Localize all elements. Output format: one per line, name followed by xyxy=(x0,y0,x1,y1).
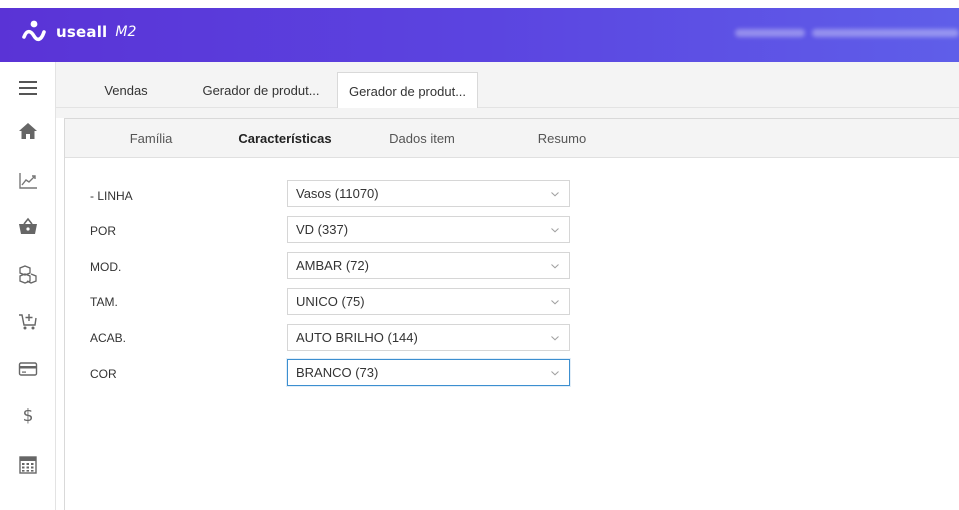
basket-icon[interactable] xyxy=(16,214,40,238)
chevron-down-icon xyxy=(551,264,559,269)
svg-text:$: $ xyxy=(23,406,34,425)
tab-vendas[interactable]: Vendas xyxy=(90,72,162,108)
tab-gerador-de-produto-2[interactable]: Gerador de produt... xyxy=(337,72,478,109)
content-gutter xyxy=(56,108,959,118)
linha-select[interactable]: Vasos (11070) xyxy=(287,180,570,207)
field-label-por: POR xyxy=(90,224,117,238)
useall-logo-icon xyxy=(22,20,46,42)
cor-select-value: BRANCO (73) xyxy=(296,365,379,380)
step-resumo[interactable]: Resumo xyxy=(527,119,597,158)
brand-logo[interactable]: useall M2 xyxy=(22,19,136,45)
open-tabs-bar: Vendas Gerador de produt... Gerador de p… xyxy=(56,62,959,109)
app-header: useall M2 xyxy=(0,0,959,62)
dollar-icon[interactable]: $ xyxy=(16,403,40,427)
chevron-down-icon xyxy=(551,336,559,341)
cart-add-icon[interactable] xyxy=(16,309,40,333)
blurred-company-info xyxy=(812,29,959,37)
linha-select-value: Vasos (11070) xyxy=(296,186,379,201)
credit-card-icon[interactable] xyxy=(16,357,40,381)
blurred-user-info xyxy=(735,29,805,37)
field-label-tam: TAM. xyxy=(90,295,118,309)
chevron-down-icon xyxy=(551,228,559,233)
boxes-icon[interactable] xyxy=(16,262,40,286)
tam-select[interactable]: UNICO (75) xyxy=(287,288,570,315)
product-name: M2 xyxy=(115,24,137,40)
field-label-mod: MOD. xyxy=(90,260,122,274)
menu-icon[interactable] xyxy=(16,76,40,100)
tam-select-value: UNICO (75) xyxy=(296,294,365,309)
step-dados-item[interactable]: Dados item xyxy=(372,119,472,158)
mod-select[interactable]: AMBAR (72) xyxy=(287,252,570,279)
chart-line-icon[interactable] xyxy=(16,168,40,192)
chevron-down-icon xyxy=(551,192,559,197)
mod-select-value: AMBAR (72) xyxy=(296,258,369,273)
acab-select-value: AUTO BRILHO (144) xyxy=(296,330,418,345)
home-icon[interactable] xyxy=(16,119,40,143)
cor-select[interactable]: BRANCO (73) xyxy=(287,359,570,386)
step-caracteristicas[interactable]: Características xyxy=(225,119,345,158)
por-select-value: VD (337) xyxy=(296,222,349,237)
app-window: useall M2 $ Vendas Gerador de produt... … xyxy=(0,0,959,510)
step-familia[interactable]: Família xyxy=(111,119,191,158)
tab-gerador-de-produto-1[interactable]: Gerador de produt... xyxy=(197,72,325,108)
product-generator-panel: Família Características Dados item Resum… xyxy=(64,118,959,510)
chevron-down-icon xyxy=(551,300,559,305)
acab-select[interactable]: AUTO BRILHO (144) xyxy=(287,324,570,351)
field-label-cor: COR xyxy=(90,367,117,381)
calculator-icon[interactable] xyxy=(16,453,40,477)
wizard-steps: Família Características Dados item Resum… xyxy=(65,119,959,158)
por-select[interactable]: VD (337) xyxy=(287,216,570,243)
chevron-down-icon xyxy=(551,371,559,376)
brand-name: useall xyxy=(56,23,108,41)
sidebar: $ xyxy=(0,62,56,510)
field-label-linha: - LINHA xyxy=(90,189,133,203)
field-label-acab: ACAB. xyxy=(90,331,127,345)
header-top-strip xyxy=(0,0,959,8)
